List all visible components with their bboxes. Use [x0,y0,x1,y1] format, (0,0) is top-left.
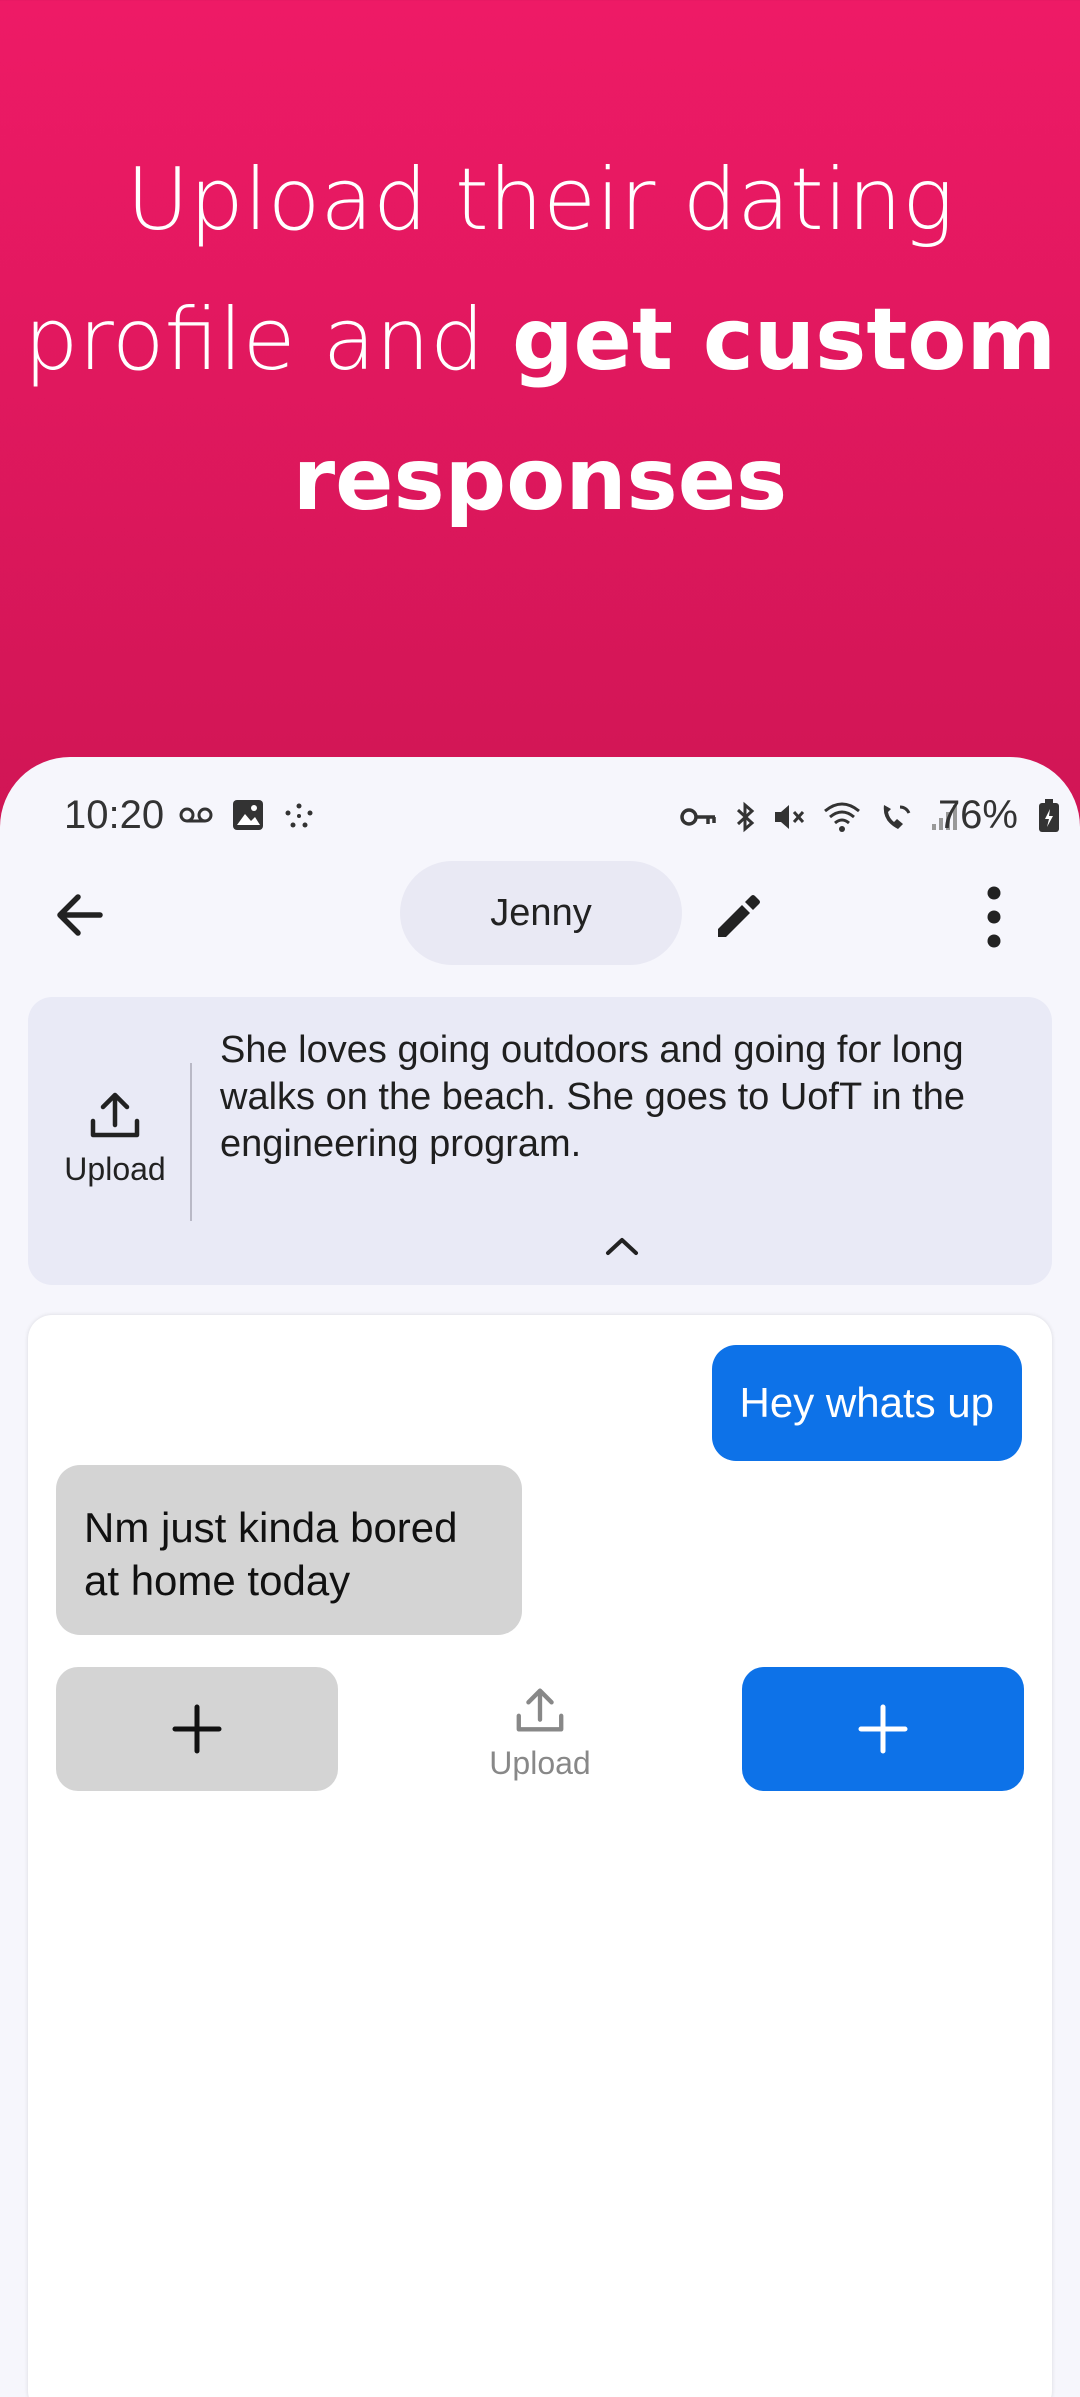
status-time: 10:20 [64,793,165,837]
contact-name-pill[interactable]: Jenny [400,861,682,965]
plus-icon [858,1704,908,1754]
back-arrow-icon[interactable] [48,883,112,947]
upload-icon [90,1092,140,1138]
pencil-icon[interactable] [710,889,766,945]
hero-line-2-regular: profile and [23,290,512,390]
message-bubble-incoming[interactable]: Nm just kinda bored at home today [56,1465,522,1635]
status-bar: 10:20 76% [0,785,1080,845]
message-text: Hey whats up [739,1379,994,1426]
hero-line-2-bold: get custom [511,290,1057,390]
chat-upload-button[interactable]: Upload [476,1683,604,1782]
battery-icon [1039,799,1059,832]
chevron-up-icon[interactable] [600,1231,644,1261]
phone-screen: 10:20 76% Jenny Upload She loves going o… [0,757,1080,2397]
image-icon [233,800,263,830]
profile-card: Upload She loves going outdoors and goin… [28,997,1052,1285]
profile-upload-label: Upload [64,1151,166,1187]
add-my-message-button[interactable] [742,1667,1024,1791]
contact-name: Jenny [490,891,592,934]
message-text: Nm just kinda bored at home today [84,1504,458,1604]
hero-line-1: Upload their dating [126,150,954,250]
plus-icon [172,1704,222,1754]
hero-line-2: profile and get custom [0,270,1080,410]
upload-icon [516,1688,564,1732]
hero-headline: Upload their dating profile and get cust… [0,130,1080,550]
chat-upload-label: Upload [489,1745,591,1781]
status-right-icons [680,801,960,833]
wifi-calling-icon [883,805,911,829]
hero-line-3-bold: responses [292,430,788,530]
profile-divider [190,1063,192,1221]
message-bubble-outgoing[interactable]: Hey whats up [711,1345,1022,1461]
hero-line-3: responses [0,410,1080,550]
chat-panel: Hey whats up Nm just kinda bored at home… [28,1315,1052,2397]
vpn-key-icon [680,808,716,826]
wifi-icon [824,802,860,832]
top-app-bar: Jenny [0,861,1080,971]
voicemail-icon [179,807,213,823]
mute-icon [775,805,805,829]
sparkle-icon [285,803,313,828]
status-left-icons [178,799,316,831]
profile-upload-button[interactable]: Upload [50,1087,180,1188]
more-vert-icon[interactable] [970,883,1018,951]
battery-percentage: 76% [937,793,1018,837]
profile-description[interactable]: She loves going outdoors and going for l… [220,1027,1020,1168]
add-their-message-button[interactable] [56,1667,338,1791]
bluetooth-icon [736,801,755,833]
